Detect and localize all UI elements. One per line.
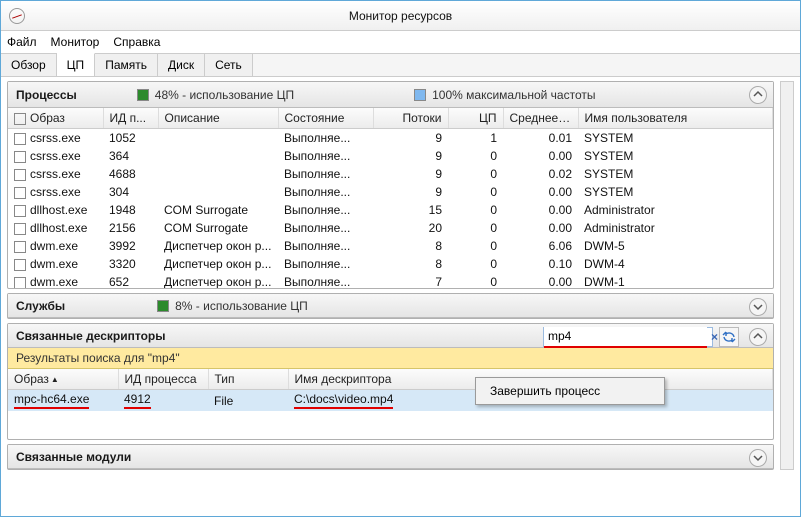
green-square-icon [137, 89, 149, 101]
legend-services-cpu: 8% - использование ЦП [157, 299, 308, 313]
table-row[interactable]: dwm.exe3320Диспетчер окон р...Выполняе..… [8, 255, 773, 273]
green-square-icon [157, 300, 169, 312]
table-row[interactable]: dllhost.exe2156COM SurrogateВыполняе...2… [8, 219, 773, 237]
processes-table: Образ ИД п... Описание Состояние Потоки … [8, 108, 773, 288]
app-icon [9, 8, 25, 24]
tab-network[interactable]: Сеть [205, 54, 253, 76]
search-handles-wrap: × [543, 327, 713, 347]
col-threads[interactable]: Потоки [373, 108, 448, 129]
context-end-process[interactable]: Завершить процесс [476, 378, 664, 404]
tab-memory[interactable]: Память [95, 54, 158, 76]
handle-type: File [208, 390, 288, 412]
refresh-search-icon[interactable] [719, 327, 739, 347]
panel-handles-title: Связанные дескрипторы [16, 329, 166, 343]
col-pid[interactable]: ИД п... [103, 108, 158, 129]
col-avg[interactable]: Среднее д... [503, 108, 578, 129]
row-checkbox[interactable] [14, 205, 26, 217]
handle-image: mpc-hc64.exe [14, 392, 89, 409]
tab-overview[interactable]: Обзор [1, 54, 57, 76]
col-user[interactable]: Имя пользователя [578, 108, 773, 129]
table-row[interactable]: csrss.exe4688Выполняе...900.02SYSTEM [8, 165, 773, 183]
row-checkbox[interactable] [14, 133, 26, 145]
col-image[interactable]: Образ [8, 108, 103, 129]
menubar: Файл Монитор Справка [1, 31, 800, 53]
panel-processes-header[interactable]: Процессы 48% - использование ЦП 100% мак… [8, 82, 773, 108]
menu-monitor[interactable]: Монитор [51, 35, 100, 49]
row-checkbox[interactable] [14, 259, 26, 271]
table-row[interactable]: csrss.exe1052Выполняе...910.01SYSTEM [8, 129, 773, 148]
panel-processes: Процессы 48% - использование ЦП 100% мак… [7, 81, 774, 289]
row-checkbox[interactable] [14, 151, 26, 163]
table-row[interactable]: csrss.exe304Выполняе...900.00SYSTEM [8, 183, 773, 201]
panel-handles-header[interactable]: Связанные дескрипторы × [8, 324, 773, 348]
row-checkbox[interactable] [14, 241, 26, 253]
panel-modules-header[interactable]: Связанные модули [8, 445, 773, 469]
table-row[interactable]: csrss.exe364Выполняе...900.00SYSTEM [8, 147, 773, 165]
row-checkbox[interactable] [14, 187, 26, 199]
titlebar: Монитор ресурсов [1, 1, 800, 31]
search-results-label: Результаты поиска для "mp4" [8, 348, 773, 369]
panel-processes-title: Процессы [16, 88, 77, 102]
tab-cpu[interactable]: ЦП [57, 53, 96, 76]
hcol-image[interactable]: Образ▲ [8, 369, 118, 390]
panel-modules-title: Связанные модули [16, 450, 131, 464]
panel-services-header[interactable]: Службы 8% - использование ЦП [8, 294, 773, 318]
legend-cpu-usage: 48% - использование ЦП [137, 88, 294, 102]
context-menu: Завершить процесс [475, 377, 665, 405]
row-checkbox[interactable] [14, 223, 26, 235]
menu-help[interactable]: Справка [113, 35, 160, 49]
panel-services-title: Службы [16, 299, 65, 313]
search-handles-input[interactable] [544, 327, 707, 345]
panel-services: Службы 8% - использование ЦП [7, 293, 774, 319]
panel-handles: Связанные дескрипторы × Результаты поиск… [7, 323, 774, 440]
hcol-type[interactable]: Тип [208, 369, 288, 390]
handle-pid: 4912 [124, 392, 151, 409]
hcol-pid[interactable]: ИД процесса [118, 369, 208, 390]
collapse-handles-icon[interactable] [749, 328, 767, 346]
menu-file[interactable]: Файл [7, 35, 37, 49]
expand-services-icon[interactable] [749, 298, 767, 316]
table-row[interactable]: dwm.exe3992Диспетчер окон р...Выполняе..… [8, 237, 773, 255]
col-cpu[interactable]: ЦП [448, 108, 503, 129]
table-row[interactable]: dwm.exe652Диспетчер окон р...Выполняе...… [8, 273, 773, 288]
panel-modules: Связанные модули [7, 444, 774, 470]
tab-disk[interactable]: Диск [158, 54, 205, 76]
legend-max-freq: 100% максимальной частоты [414, 88, 595, 102]
row-checkbox[interactable] [14, 277, 26, 288]
window-title: Монитор ресурсов [349, 9, 452, 23]
blue-square-icon [414, 89, 426, 101]
side-graph-pane [780, 81, 794, 470]
table-row[interactable]: dllhost.exe1948COM SurrogateВыполняе...1… [8, 201, 773, 219]
collapse-processes-icon[interactable] [749, 86, 767, 104]
expand-modules-icon[interactable] [749, 449, 767, 467]
checkbox-all[interactable] [14, 113, 26, 125]
col-desc[interactable]: Описание [158, 108, 278, 129]
row-checkbox[interactable] [14, 169, 26, 181]
handle-name: C:\docs\video.mp4 [294, 392, 393, 409]
sort-asc-icon: ▲ [51, 375, 59, 384]
col-state[interactable]: Состояние [278, 108, 373, 129]
tab-bar: Обзор ЦП Память Диск Сеть [1, 53, 800, 77]
